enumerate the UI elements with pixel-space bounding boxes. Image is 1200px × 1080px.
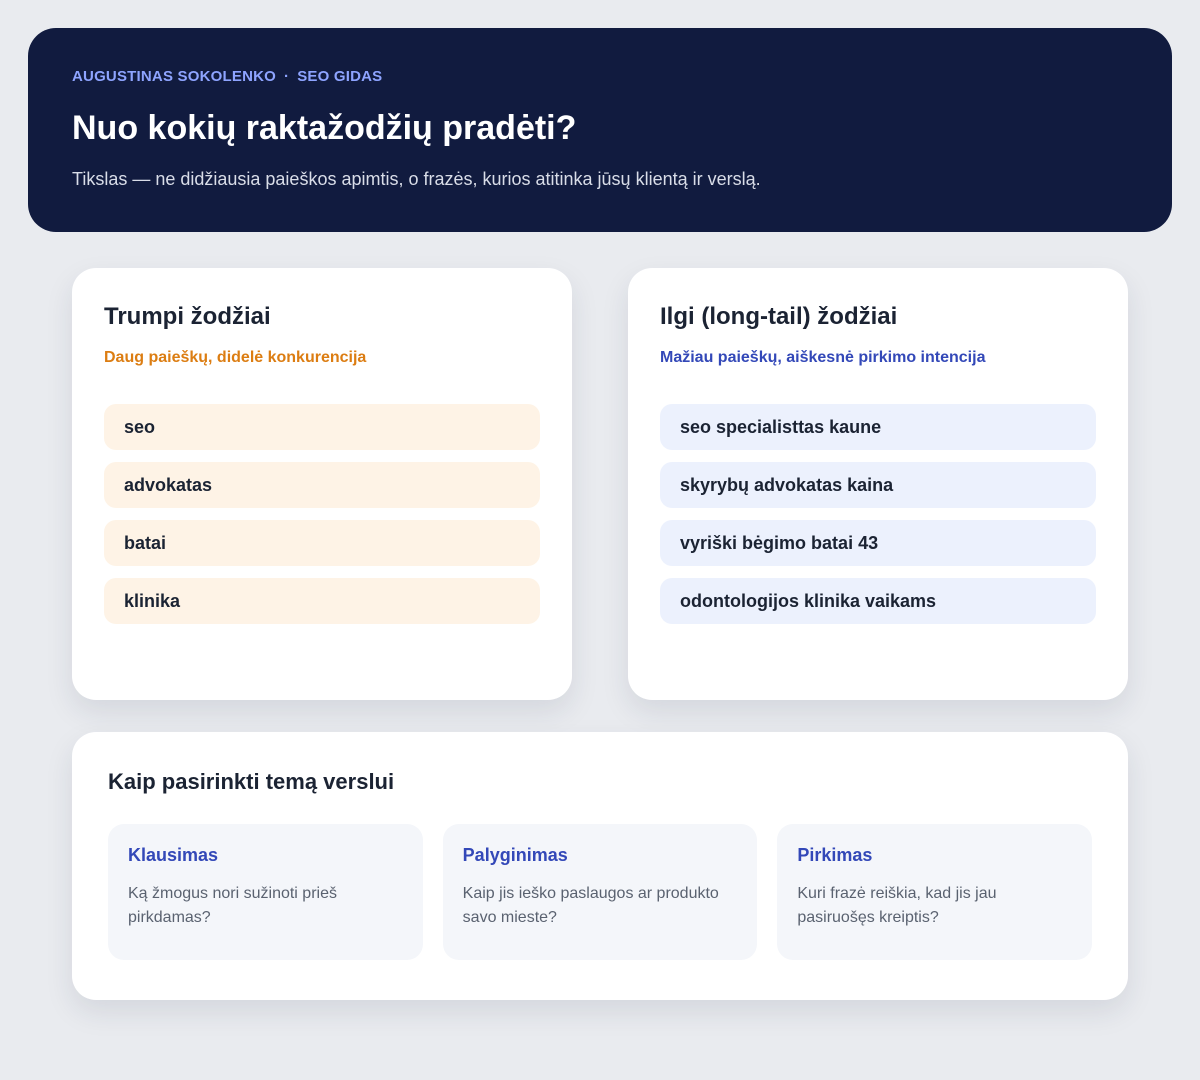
keyword-item: seo [104,404,540,450]
topic-card-comparison: Palyginimas Kaip jis ieško paslaugos ar … [442,824,758,960]
long-keywords-list: seo specialisttas kaune skyrybų advokata… [660,404,1096,624]
topic-text: Ką žmogus nori sužinoti prieš pirkdamas? [128,885,337,926]
keyword-item: seo specialisttas kaune [660,404,1096,450]
topic-text: Kaip jis ieško paslaugos ar produkto sav… [462,885,719,926]
topic-row: Klausimas Ką žmogus nori sužinoti prieš … [108,824,1093,960]
keyword-item: advokatas [104,462,540,508]
long-keywords-title: Ilgi (long-tail) žodžiai [660,303,898,330]
topic-card-question: Klausimas Ką žmogus nori sužinoti prieš … [108,824,423,960]
eyebrow: AUGUSTINAS SOKOLENKO · SEO GIDAS [72,68,1128,86]
eyebrow-separator: · [284,68,290,85]
page-title: Nuo kokių raktažodžių pradėti? [72,109,577,147]
section-label: SEO GIDAS [297,68,383,85]
page-subtitle: Tikslas — ne didžiausia paieškos apimtis… [72,169,761,189]
keyword-item: batai [104,520,540,566]
author-name: AUGUSTINAS SOKOLENKO [72,68,277,85]
short-keywords-card: Trumpi žodžiai Daug paieškų, didelė konk… [72,268,572,700]
topic-text: Kuri frazė reiškia, kad jis jau pasiruoš… [797,885,997,926]
hero-banner: AUGUSTINAS SOKOLENKO · SEO GIDAS Nuo kokių… [28,28,1172,232]
topic-card-purchase: Pirkimas Kuri frazė reiškia, kad jis jau… [777,824,1093,960]
short-keywords-subtitle: Daug paieškų, didelė konkurencija [104,349,367,366]
long-keywords-subtitle: Mažiau paieškų, aiškesnė pirkimo intenci… [660,349,986,366]
short-keywords-list: seo advokatas batai klinika [104,404,540,624]
keyword-item: vyriški bėgimo batai 43 [660,520,1096,566]
topic-title: Palyginimas [462,845,568,865]
keyword-item: skyrybų advokatas kaina [660,462,1096,508]
long-keywords-card: Ilgi (long-tail) žodžiai Mažiau paieškų,… [628,268,1128,700]
keyword-item: klinika [104,578,540,624]
keyword-item: odontologijos klinika vaikams [660,578,1096,624]
short-keywords-title: Trumpi žodžiai [104,303,271,330]
topic-title: Pirkimas [797,845,873,865]
topic-title: Klausimas [128,845,219,865]
topic-selection-card: Kaip pasirinkti temą verslui Klausimas K… [72,732,1128,1000]
topic-section-title: Kaip pasirinkti temą verslui [108,769,395,794]
